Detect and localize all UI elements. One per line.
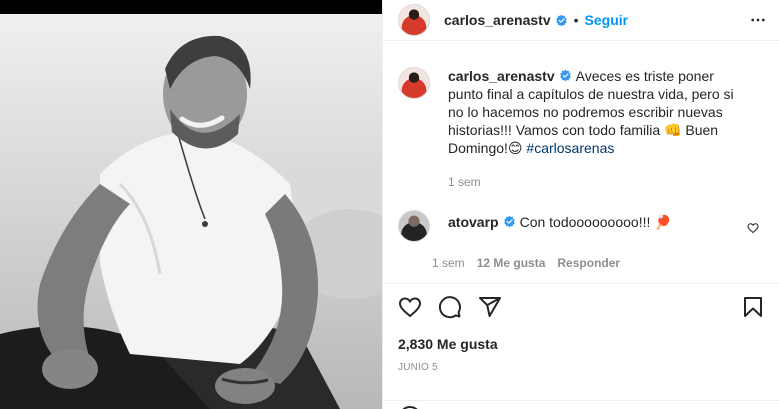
caption-row: carlos_arenastv Aveces es triste poner pu…: [398, 67, 763, 157]
post-header: carlos_arenastv • Seguir: [382, 0, 779, 41]
actions-bar: 2,830 Me gusta JUNIO 5: [382, 283, 779, 409]
verified-badge-icon: [503, 215, 515, 228]
hashtag-link[interactable]: #carlosarenas: [526, 140, 614, 156]
share-icon[interactable]: [478, 295, 502, 319]
comment-text: atovarp Con todooooooooo!!! 🏓: [448, 213, 672, 231]
comment-like-heart-icon[interactable]: [747, 222, 759, 234]
caption-timestamp[interactable]: 1 sem: [448, 175, 763, 189]
post-details-panel: carlos_arenastv • Seguir carlos_arenastv…: [382, 0, 779, 409]
comment-item: atovarp Con todooooooooo!!! 🏓 1 sem 12 Me…: [398, 210, 763, 270]
verified-badge-icon: [555, 14, 567, 26]
author-avatar[interactable]: [398, 4, 430, 36]
header-separator: •: [573, 12, 579, 28]
photo-illustration: [0, 14, 382, 409]
fist-emoji: 👊: [664, 122, 682, 138]
caption: carlos_arenastv Aveces es triste poner pu…: [398, 67, 763, 189]
post-image[interactable]: [0, 14, 382, 409]
ping-pong-emoji: 🏓: [654, 214, 672, 230]
heart-icon[interactable]: [398, 295, 422, 319]
bookmark-icon[interactable]: [741, 295, 765, 319]
likes-count[interactable]: 2,830 Me gusta: [398, 336, 498, 352]
commenter-username[interactable]: atovarp: [448, 214, 499, 230]
follow-button[interactable]: Seguir: [585, 12, 629, 28]
post-photo[interactable]: [0, 0, 382, 409]
comment-likes[interactable]: 12 Me gusta: [477, 256, 546, 270]
caption-avatar[interactable]: [398, 67, 430, 99]
add-comment-area: [382, 400, 779, 409]
verified-badge-icon: [559, 69, 571, 82]
smile-emoji: 😊: [507, 140, 523, 156]
caption-username[interactable]: carlos_arenastv: [448, 68, 555, 84]
comment-icon[interactable]: [438, 295, 462, 319]
reply-button[interactable]: Responder: [557, 256, 620, 270]
post-date[interactable]: JUNIO 5: [398, 362, 438, 373]
author-line: carlos_arenastv • Seguir: [444, 12, 628, 28]
author-username[interactable]: carlos_arenastv: [444, 12, 551, 28]
comment-body: Con todooooooooo!!!: [519, 214, 655, 230]
commenter-avatar[interactable]: [398, 210, 430, 242]
comment-meta: 1 sem 12 Me gusta Responder: [432, 256, 763, 270]
emoji-picker-icon[interactable]: [398, 405, 422, 409]
comment-timestamp[interactable]: 1 sem: [432, 256, 465, 270]
more-options-icon[interactable]: [749, 11, 767, 29]
comment-row: atovarp Con todooooooooo!!! 🏓: [398, 210, 763, 242]
caption-text: carlos_arenastv Aveces es triste poner pu…: [448, 67, 748, 157]
